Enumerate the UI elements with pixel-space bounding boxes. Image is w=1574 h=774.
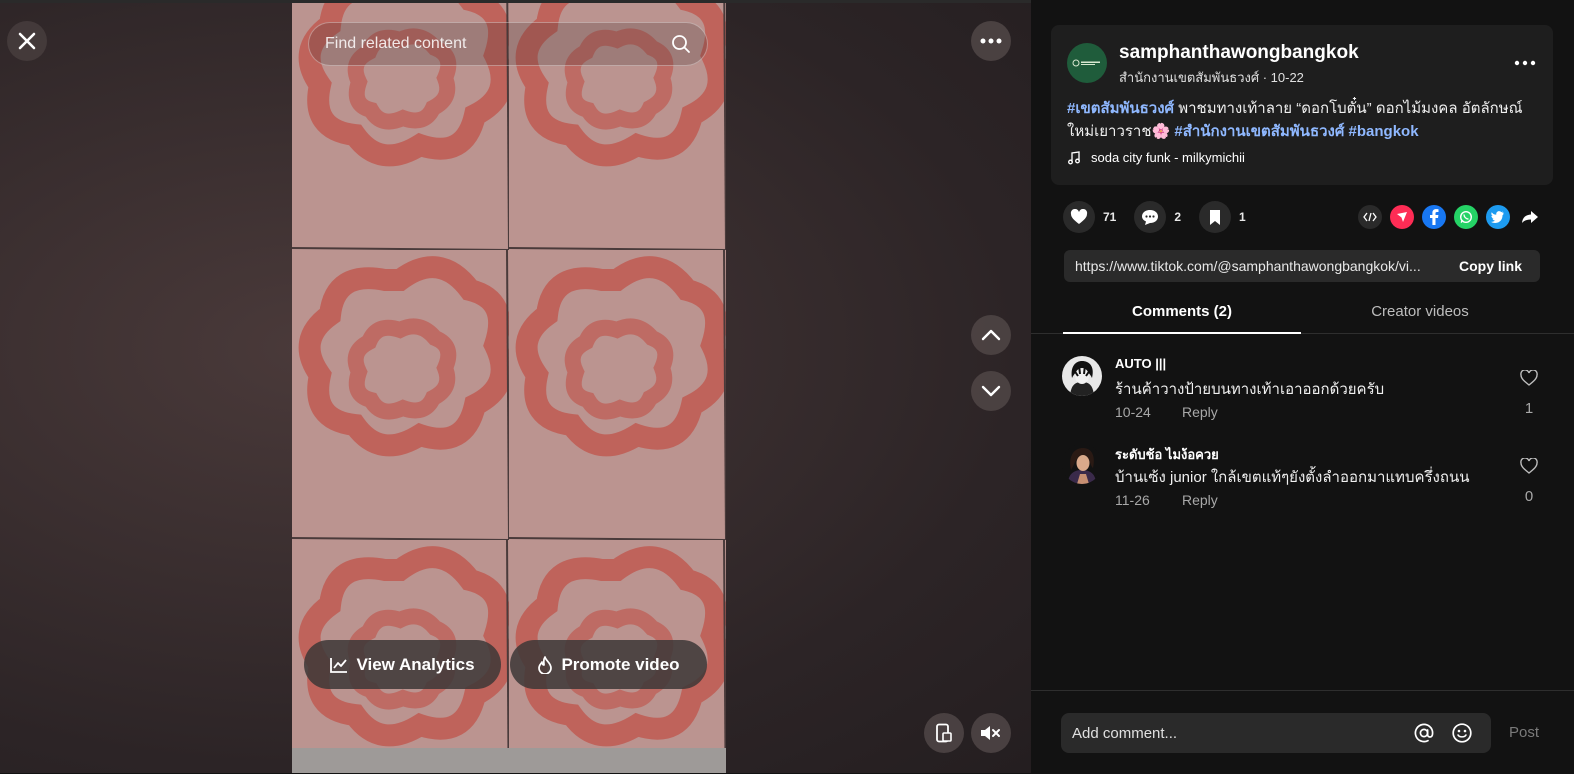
share-arrow-icon[interactable] bbox=[1518, 205, 1542, 229]
search-input[interactable]: Find related content bbox=[308, 22, 708, 66]
save-button[interactable]: 1 bbox=[1199, 201, 1246, 233]
panel-tabs: Comments (2) Creator videos bbox=[1031, 292, 1574, 334]
creator-subline: สำนักงานเขตสัมพันธวงศ์ · 10-22 bbox=[1119, 67, 1304, 88]
comment-button[interactable]: 2 bbox=[1134, 201, 1181, 233]
at-mention-icon[interactable] bbox=[1413, 722, 1435, 744]
embed-icon[interactable] bbox=[1358, 205, 1382, 229]
close-button[interactable] bbox=[7, 21, 47, 61]
copy-link-button[interactable]: Copy link bbox=[1447, 258, 1540, 274]
comment-like-count: 1 bbox=[1524, 400, 1534, 417]
commenter-name[interactable]: ระดับช้อ ไมง้อควย bbox=[1115, 444, 1219, 465]
comment-like-count: 0 bbox=[1524, 488, 1534, 505]
logo-icon bbox=[1072, 59, 1100, 67]
emoji-icon[interactable] bbox=[1451, 722, 1473, 744]
avatar-image bbox=[1062, 444, 1102, 484]
more-horizontal-icon bbox=[980, 38, 1002, 44]
view-analytics-label: View Analytics bbox=[356, 654, 475, 674]
video-player: Find related content View Analytics Prom… bbox=[0, 0, 1031, 773]
post-more-button[interactable] bbox=[1513, 51, 1537, 75]
comment-composer: Add comment... Post bbox=[1031, 690, 1574, 774]
creator-username[interactable]: samphanthawongbangkok bbox=[1119, 42, 1359, 64]
mute-button[interactable] bbox=[971, 713, 1011, 753]
promote-video-label: Promote video bbox=[561, 654, 680, 674]
more-horizontal-icon bbox=[1514, 60, 1536, 66]
hashtag-link[interactable]: #bangkok bbox=[1349, 123, 1419, 140]
tab-comments[interactable]: Comments (2) bbox=[1063, 292, 1301, 334]
comment-text: ร้านค้าวางป้ายบนทางเท้าเอาออกด้วยครับ bbox=[1115, 381, 1385, 398]
music-info[interactable]: soda city funk - milkymichii bbox=[1067, 150, 1245, 165]
twitter-icon[interactable] bbox=[1486, 205, 1510, 229]
comment-like-button[interactable] bbox=[1517, 369, 1541, 391]
comment-bubble-icon bbox=[1142, 209, 1159, 225]
chevron-up-icon bbox=[981, 329, 1001, 341]
heart-outline-icon bbox=[1520, 369, 1538, 386]
post-comment-button[interactable]: Post bbox=[1509, 724, 1539, 741]
chevron-down-icon bbox=[981, 385, 1001, 397]
commenter-name[interactable]: AUTO ||| bbox=[1115, 356, 1166, 371]
facebook-icon[interactable] bbox=[1422, 205, 1446, 229]
bookmark-icon bbox=[1210, 209, 1221, 225]
commenter-avatar[interactable] bbox=[1062, 444, 1102, 484]
post-date: 10-22 bbox=[1270, 70, 1304, 85]
hashtag-link[interactable]: #สำนักงานเขตสัมพันธวงศ์ bbox=[1174, 123, 1344, 140]
comment-item: AUTO ||| ร้านค้าวางป้ายบนทางเท้าเอาออกด้… bbox=[1062, 356, 1552, 426]
save-count: 1 bbox=[1239, 210, 1246, 224]
comment-input[interactable]: Add comment... bbox=[1061, 713, 1491, 753]
comment-date: 11-26 bbox=[1115, 492, 1150, 508]
hashtag-link[interactable]: #เขตสัมพันธวงศ์ bbox=[1067, 100, 1174, 117]
comment-placeholder: Add comment... bbox=[1072, 724, 1178, 742]
comment-count: 2 bbox=[1174, 210, 1182, 224]
commenter-avatar[interactable] bbox=[1062, 356, 1102, 396]
muted-speaker-icon bbox=[981, 726, 1000, 740]
heart-outline-icon bbox=[1520, 457, 1538, 474]
line-chart-icon bbox=[330, 657, 348, 673]
like-count: 71 bbox=[1103, 210, 1117, 224]
view-analytics-button[interactable]: View Analytics bbox=[304, 640, 501, 689]
creator-display-name: สำนักงานเขตสัมพันธวงศ์ bbox=[1119, 70, 1260, 85]
search-icon[interactable] bbox=[671, 34, 691, 54]
heart-icon bbox=[1070, 209, 1088, 224]
tab-creator-videos[interactable]: Creator videos bbox=[1301, 292, 1539, 332]
post-info-card: samphanthawongbangkok สำนักงานเขตสัมพันธ… bbox=[1051, 25, 1553, 185]
previous-video-button[interactable] bbox=[971, 315, 1011, 355]
comment-text: บ้านเซ้ง junior ใกล้เขตแท้ๆยังตั้งลำออกม… bbox=[1115, 469, 1470, 486]
share-link-box: https://www.tiktok.com/@samphanthawongba… bbox=[1064, 250, 1540, 282]
reply-button[interactable]: Reply bbox=[1182, 492, 1218, 508]
picture-in-picture-icon bbox=[936, 723, 952, 743]
comment-like-button[interactable] bbox=[1517, 457, 1541, 479]
promote-video-button[interactable]: Promote video bbox=[510, 640, 707, 689]
separator: · bbox=[1259, 70, 1271, 85]
engagement-row: 71 2 1 bbox=[1063, 200, 1264, 234]
next-video-button[interactable] bbox=[971, 371, 1011, 411]
like-button[interactable]: 71 bbox=[1063, 201, 1116, 233]
picture-in-picture-button[interactable] bbox=[924, 713, 964, 753]
more-options-button[interactable] bbox=[971, 21, 1011, 61]
send-icon[interactable] bbox=[1390, 205, 1414, 229]
music-title: soda city funk - milkymichii bbox=[1091, 150, 1245, 165]
comment-date: 10-24 bbox=[1115, 404, 1151, 420]
details-panel: samphanthawongbangkok สำนักงานเขตสัมพันธ… bbox=[1031, 0, 1574, 773]
share-row bbox=[1358, 205, 1542, 229]
reply-button[interactable]: Reply bbox=[1182, 404, 1218, 420]
avatar-image bbox=[1062, 356, 1102, 396]
music-note-icon bbox=[1068, 150, 1080, 164]
creator-avatar[interactable] bbox=[1067, 43, 1107, 83]
flame-icon bbox=[538, 655, 553, 674]
search-placeholder: Find related content bbox=[325, 35, 467, 52]
comment-item: ระดับช้อ ไมง้อควย บ้านเซ้ง junior ใกล้เข… bbox=[1062, 444, 1552, 514]
close-icon bbox=[18, 32, 36, 50]
whatsapp-icon[interactable] bbox=[1454, 205, 1478, 229]
post-caption: #เขตสัมพันธวงศ์ พาชมทางเท้าลาย “ดอกโบตั๋… bbox=[1067, 97, 1539, 143]
share-link-text[interactable]: https://www.tiktok.com/@samphanthawongba… bbox=[1064, 258, 1447, 274]
